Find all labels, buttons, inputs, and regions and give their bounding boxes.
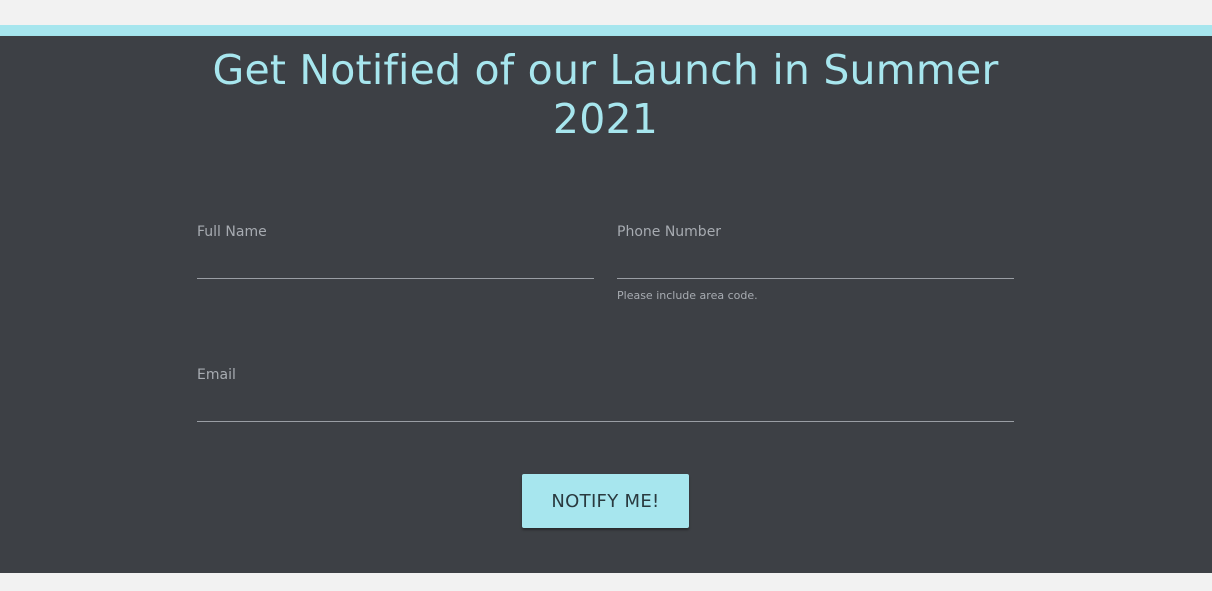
full-name-input[interactable]: [197, 253, 594, 279]
page-bottom-margin: [0, 573, 1212, 591]
full-name-field: Full Name: [197, 223, 594, 279]
notify-me-button[interactable]: NOTIFY ME!: [522, 474, 689, 528]
email-field: Email: [197, 366, 1014, 422]
phone-label: Phone Number: [617, 224, 722, 240]
page-title: Get Notified of our Launch in Summer 202…: [212, 46, 999, 143]
accent-bar: [0, 25, 1212, 36]
page-top-margin: [0, 0, 1212, 25]
phone-field: Phone Number Please include area code.: [617, 223, 1014, 303]
phone-input[interactable]: [617, 253, 1014, 279]
email-input[interactable]: [197, 396, 1014, 422]
full-name-label: Full Name: [197, 224, 267, 240]
email-label: Email: [197, 367, 236, 383]
phone-hint: Please include area code.: [617, 289, 758, 302]
